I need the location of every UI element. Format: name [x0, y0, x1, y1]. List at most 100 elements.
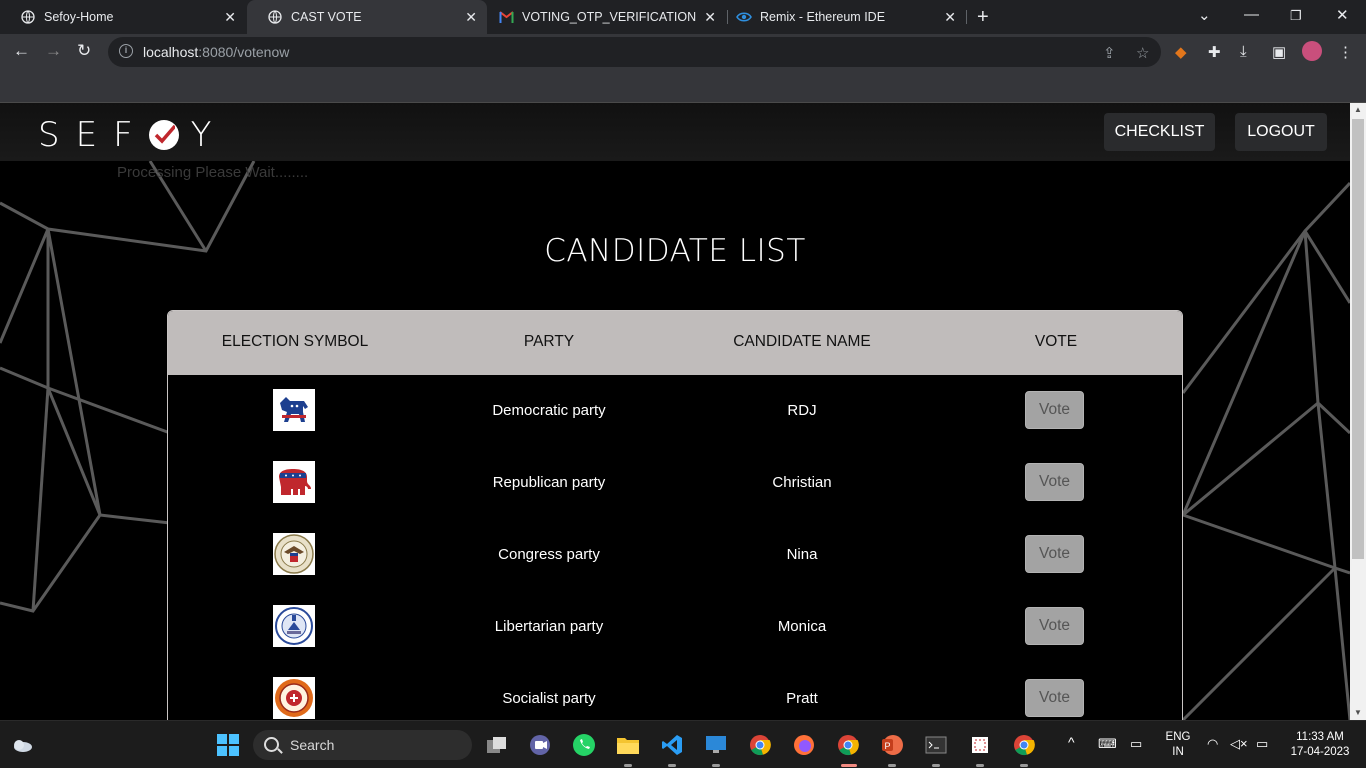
- close-tab-icon[interactable]: ✕: [704, 9, 716, 26]
- libertarian-seal-icon: [273, 605, 315, 647]
- file-explorer-icon[interactable]: [616, 733, 640, 757]
- checklist-button[interactable]: CHECKLIST: [1104, 113, 1215, 151]
- keyboard-icon[interactable]: ⌨: [1098, 736, 1117, 751]
- running-indicator: [712, 764, 720, 767]
- scroll-down-arrow-icon[interactable]: ▼: [1350, 706, 1366, 720]
- tab-title: Remix - Ethereum IDE: [760, 10, 886, 24]
- globe-icon: [267, 9, 283, 25]
- reload-icon[interactable]: ↻: [77, 41, 91, 61]
- share-icon[interactable]: ⇪: [1103, 44, 1116, 62]
- snipping-tool-icon[interactable]: [968, 733, 992, 757]
- whatsapp-icon[interactable]: [572, 733, 596, 757]
- tab-search-chevron-icon[interactable]: ⌄: [1198, 6, 1211, 24]
- new-tab-icon[interactable]: +: [977, 6, 989, 29]
- clock-date: 17-04-2023: [1290, 746, 1350, 758]
- active-app-indicator: [841, 764, 857, 767]
- close-tab-icon[interactable]: ✕: [465, 9, 477, 26]
- globe-icon: [20, 9, 36, 25]
- profile-avatar[interactable]: [1302, 41, 1322, 61]
- browser-toolbar: ← → ↻ i localhost:8080/votenow ⇪ ☆ ◆ ✚ ⤓…: [0, 34, 1366, 70]
- close-tab-icon[interactable]: ✕: [944, 9, 956, 26]
- chrome-profile-2-icon[interactable]: [1012, 733, 1036, 757]
- candidate-table: ELECTION SYMBOL PARTY CANDIDATE NAME VOT…: [167, 310, 1183, 720]
- menu-dots-icon[interactable]: ⋮: [1338, 43, 1353, 61]
- region-code: IN: [1172, 746, 1184, 758]
- candidate-name: RDJ: [787, 402, 817, 419]
- task-view-icon[interactable]: [485, 733, 509, 757]
- chrome-icon[interactable]: [748, 733, 772, 757]
- site-header: SEF Y CHECKLIST LOGOUT: [0, 103, 1350, 161]
- volume-muted-icon[interactable]: ◁×: [1230, 736, 1248, 751]
- eagle-seal-icon: [273, 533, 315, 575]
- windows-taskbar: Search P ^ ⌨ ▭ ENG IN ◠ ◁× ▭ 11:33 AM 17…: [0, 720, 1366, 768]
- tab-cast-vote[interactable]: CAST VOTE ✕: [247, 0, 487, 34]
- page-title: CANDIDATE LIST: [544, 233, 806, 269]
- url-text: localhost:8080/votenow: [143, 44, 290, 60]
- chat-icon[interactable]: [528, 733, 552, 757]
- socialist-seal-icon: [273, 677, 315, 719]
- windows-start-icon[interactable]: [216, 733, 240, 757]
- candidate-name: Christian: [772, 474, 832, 491]
- address-bar[interactable]: i localhost:8080/votenow ⇪ ☆: [108, 37, 1161, 67]
- weather-icon[interactable]: [10, 733, 34, 757]
- candidate-name: Pratt: [786, 690, 818, 707]
- vote-button[interactable]: Vote: [1025, 535, 1084, 573]
- chevron-up-icon[interactable]: ^: [1068, 735, 1075, 750]
- table-row: Congress party Nina Vote: [168, 519, 1182, 591]
- search-label: Search: [290, 737, 335, 753]
- page-scrollbar[interactable]: ▲ ▼: [1350, 103, 1366, 720]
- chrome-profile-icon[interactable]: [836, 733, 860, 757]
- sefoy-logo[interactable]: SEF Y: [38, 115, 227, 155]
- battery-icon[interactable]: ▭: [1256, 736, 1268, 751]
- header-vote: VOTE: [1034, 333, 1078, 350]
- processing-message: Processing Please Wait........: [117, 164, 309, 181]
- tab-separator: [966, 10, 967, 24]
- vote-button[interactable]: Vote: [1025, 391, 1084, 429]
- minimize-icon[interactable]: —: [1244, 6, 1259, 23]
- download-icon[interactable]: ⤓: [1240, 43, 1247, 60]
- logo-text-right: Y: [190, 115, 228, 155]
- running-indicator: [976, 764, 984, 767]
- checkmark-logo-icon: [148, 120, 179, 150]
- party-name: Democratic party: [492, 402, 606, 419]
- tab-voting-otp[interactable]: VOTING_OTP_VERIFICATION - sh ✕: [478, 0, 726, 34]
- side-panel-icon[interactable]: ▣: [1272, 43, 1286, 61]
- close-window-icon[interactable]: ✕: [1336, 6, 1349, 24]
- site-info-icon[interactable]: i: [119, 44, 133, 58]
- table-row: Libertarian party Monica Vote: [168, 591, 1182, 663]
- vscode-icon[interactable]: [660, 733, 684, 757]
- clock-time: 11:33 AM: [1296, 731, 1344, 743]
- scroll-up-arrow-icon[interactable]: ▲: [1350, 103, 1366, 117]
- logout-button[interactable]: LOGOUT: [1235, 113, 1327, 151]
- running-indicator: [932, 764, 940, 767]
- language-indicator[interactable]: ENG IN: [1161, 730, 1195, 760]
- tab-title: VOTING_OTP_VERIFICATION - sh: [522, 10, 697, 24]
- vote-button[interactable]: Vote: [1025, 463, 1084, 501]
- remix-icon: [736, 9, 752, 25]
- display-icon[interactable]: ▭: [1130, 736, 1142, 751]
- web-page: SEF Y CHECKLIST LOGOUT Processing Please…: [0, 103, 1350, 720]
- header-party: PARTY: [523, 333, 575, 350]
- scrollbar-thumb[interactable]: [1352, 119, 1364, 559]
- close-tab-icon[interactable]: ✕: [224, 9, 236, 26]
- tab-sefoy-home[interactable]: Sefoy-Home ✕: [0, 0, 246, 34]
- wifi-icon[interactable]: ◠: [1207, 736, 1218, 751]
- clock[interactable]: 11:33 AM 17-04-2023: [1285, 730, 1355, 760]
- powerpoint-icon[interactable]: P: [880, 733, 904, 757]
- forward-icon[interactable]: →: [45, 41, 62, 61]
- bookmark-star-icon[interactable]: ☆: [1136, 44, 1149, 62]
- gmail-icon: [498, 9, 514, 25]
- restore-icon[interactable]: ❐: [1290, 8, 1302, 24]
- tab-remix[interactable]: Remix - Ethereum IDE ✕: [716, 0, 966, 34]
- vote-button[interactable]: Vote: [1025, 679, 1084, 717]
- back-icon[interactable]: ←: [13, 41, 30, 61]
- desktop-app-icon[interactable]: [704, 733, 728, 757]
- firefox-icon[interactable]: [792, 733, 816, 757]
- metamask-icon[interactable]: ◆: [1175, 43, 1187, 61]
- terminal-icon[interactable]: [924, 733, 948, 757]
- taskbar-search[interactable]: Search: [253, 730, 472, 760]
- search-icon: [264, 737, 279, 752]
- vote-button[interactable]: Vote: [1025, 607, 1084, 645]
- extensions-puzzle-icon[interactable]: ✚: [1208, 43, 1221, 61]
- svg-text:P: P: [885, 741, 891, 751]
